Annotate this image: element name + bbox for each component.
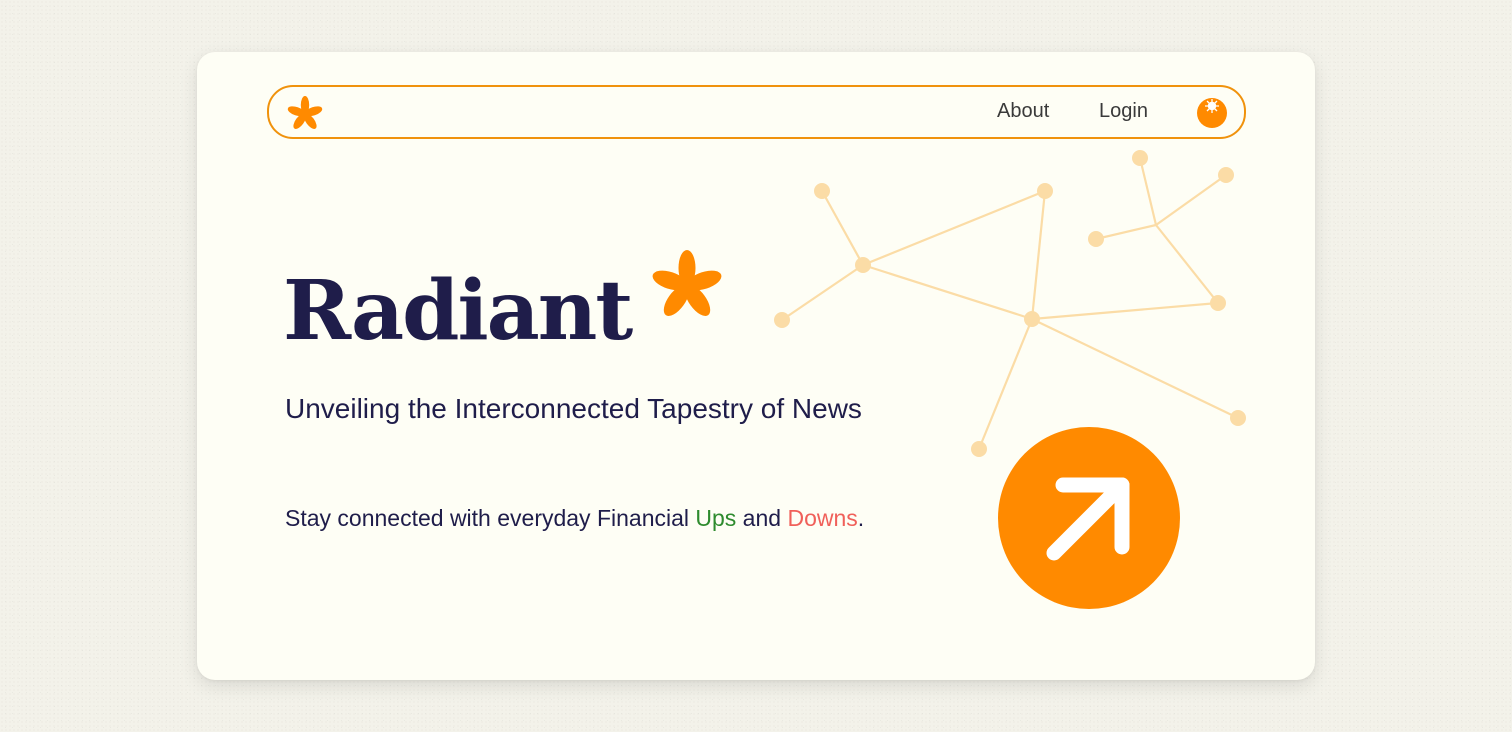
subline-middle: and [736,505,788,531]
subline-suffix: . [857,505,865,531]
brand-title: Radiant [283,263,633,359]
ups-highlight: Ups [695,505,737,531]
asterisk-brand-icon [645,244,729,328]
downs-highlight: Downs [787,505,858,531]
avatar-sun-icon[interactable] [1196,97,1228,129]
cta-arrow-button[interactable] [998,427,1180,609]
subline-prefix: Stay connected with everyday Financial [285,505,696,531]
hero-card: About Login Radiant Unveiling the Interc… [197,52,1315,680]
nav-link-about[interactable]: About [997,100,1049,123]
hero-tagline: Unveiling the Interconnected Tapestry of… [285,393,862,424]
asterisk-logo-icon[interactable] [283,92,327,136]
nav-link-login[interactable]: Login [1099,100,1148,123]
arrow-up-right-icon [1046,477,1130,561]
top-nav: About Login [267,85,1246,139]
hero-subline: Stay connected with everyday Financial U… [285,505,864,532]
